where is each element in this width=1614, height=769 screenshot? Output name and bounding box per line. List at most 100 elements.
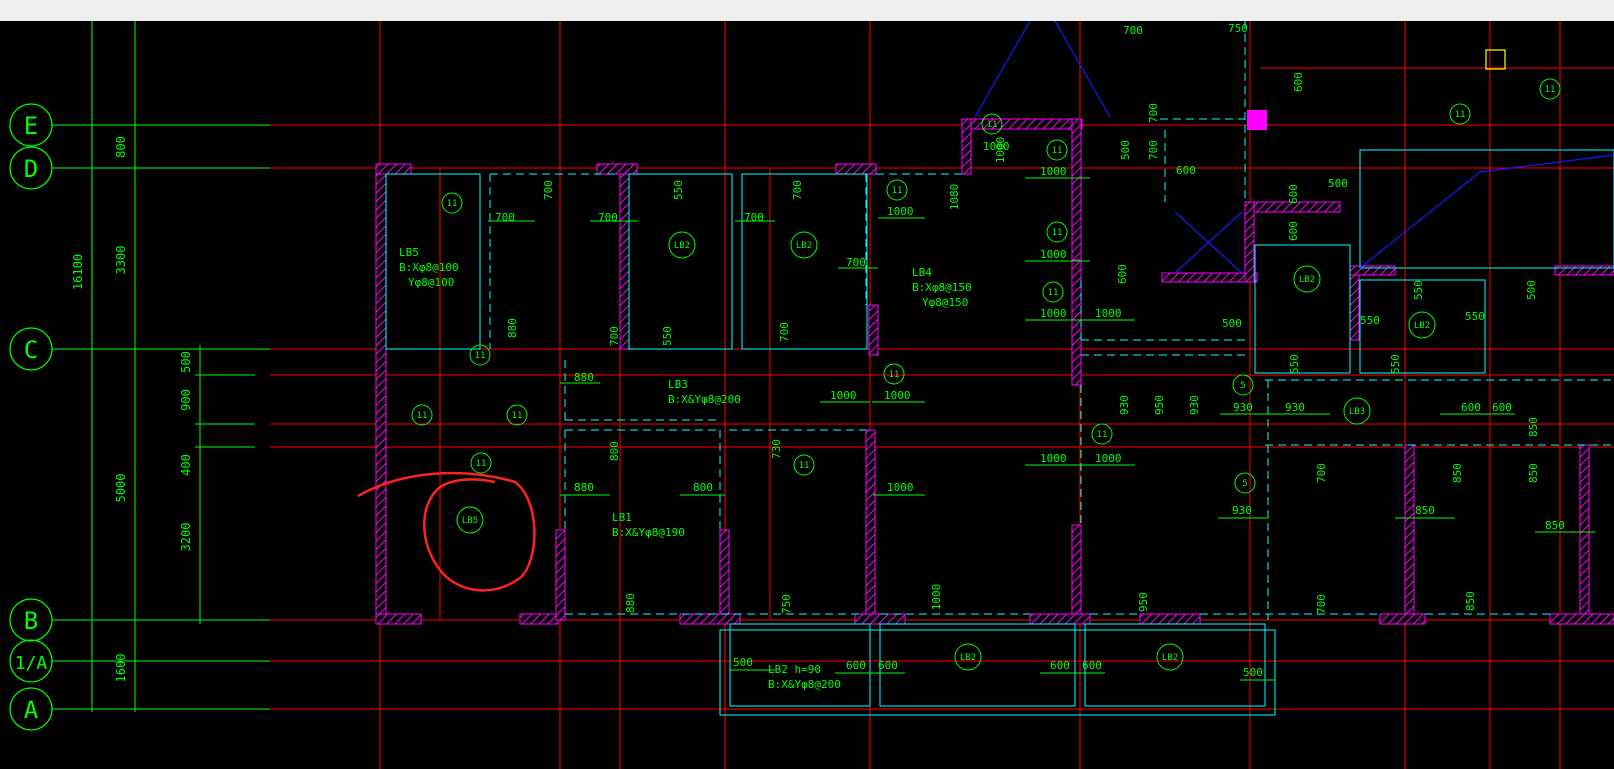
svg-text:A: A <box>24 696 39 724</box>
rebar-tag-11-label: 11 <box>475 351 486 361</box>
slab-edges <box>385 149 1614 716</box>
dim-label-v: 550 <box>661 326 674 346</box>
svg-text:E: E <box>24 112 38 140</box>
dim-500: 500 <box>179 351 193 373</box>
rebar-tag-5-label: 5 <box>1240 381 1245 391</box>
note-lb5-y: Yφ8@100 <box>408 276 454 289</box>
dim-label: 1000 <box>1040 248 1067 261</box>
note-lb1-x: B:X&Yφ8@190 <box>612 526 685 539</box>
dim-label-v: 550 <box>672 180 685 200</box>
dim-label: 550 <box>1465 310 1485 323</box>
dim-16100: 16100 <box>71 254 85 290</box>
tag-lb2-f-label: LB2 <box>1414 321 1430 331</box>
dim-label: 700 <box>744 211 764 224</box>
dim-label: 1000 <box>887 205 914 218</box>
yellow-marker <box>1485 49 1506 70</box>
dim-label: 600 <box>1082 659 1102 672</box>
red-grid-lines <box>270 21 1614 769</box>
dim-label: 700 <box>846 256 866 269</box>
dim-label: 1000 <box>887 481 914 494</box>
dim-label: 550 <box>1360 314 1380 327</box>
title-bar <box>0 0 1614 21</box>
dim-label: 880 <box>574 371 594 384</box>
dim-label-v: 880 <box>506 318 519 338</box>
axis-bubble-b: B <box>9 598 53 642</box>
note-lb3-x: B:X&Yφ8@200 <box>668 393 741 406</box>
dim-label-v: 700 <box>1147 103 1160 123</box>
rebar-tag-11-label: 11 <box>889 370 900 380</box>
dim-label: 1000 <box>1040 165 1067 178</box>
rebar-tag-11-label: 11 <box>987 120 998 130</box>
dim-label: 1000 <box>1095 307 1122 320</box>
rebar-tag-11-label: 11 <box>1048 288 1059 298</box>
rebar-tag-11-label: 11 <box>1052 146 1063 156</box>
tag-lb2-b-label: LB2 <box>796 241 812 251</box>
dim-label-v: 930 <box>1118 395 1131 415</box>
svg-text:1/A: 1/A <box>15 653 48 674</box>
note-lb4-title: LB4 <box>912 266 932 279</box>
dim-label: 850 <box>1415 504 1435 517</box>
dim-label-v: 950 <box>1137 592 1150 612</box>
rebar-tag-11-label: 11 <box>1545 85 1556 95</box>
dim-label-v: 950 <box>1153 395 1166 415</box>
dim-label: 700 <box>495 211 515 224</box>
dim-label-v: 500 <box>1525 280 1538 300</box>
axis-bubble-c: C <box>9 327 53 371</box>
dim-label: 1000 <box>830 389 857 402</box>
note-lb2-x: B:X&Yφ8@200 <box>768 678 841 691</box>
tag-lb2-c-label: LB2 <box>960 653 976 663</box>
dim-label: 700 <box>1123 24 1143 37</box>
dim-label-v: 750 <box>780 594 793 614</box>
dim-label-v: 700 <box>608 326 621 346</box>
note-lb5-title: LB5 <box>399 246 419 259</box>
dim-label-v: 850 <box>1527 417 1540 437</box>
dim-label: 600 <box>1176 164 1196 177</box>
dim-label-v: 500 <box>1119 140 1132 160</box>
dim-label: 500 <box>1222 317 1242 330</box>
tag-lb2-e-label: LB2 <box>1299 275 1315 285</box>
dim-label: 1000 <box>1040 452 1067 465</box>
dim-label-v: 1000 <box>994 137 1007 164</box>
dim-label: 600 <box>1461 401 1481 414</box>
rebar-tag-11-label: 11 <box>799 461 810 471</box>
axis-bubble-e: E <box>9 103 53 147</box>
note-lb2-title: LB2 h=90 <box>768 663 821 676</box>
dim-label-v: 930 <box>1188 395 1201 415</box>
svg-text:C: C <box>24 336 38 364</box>
dim-3200: 3200 <box>179 523 193 552</box>
svg-text:B: B <box>24 607 38 635</box>
dim-label-v: 600 <box>1116 264 1129 284</box>
dim-label: 600 <box>878 659 898 672</box>
rebar-tag-11-label: 11 <box>1097 430 1108 440</box>
dim-label: 700 <box>598 211 618 224</box>
column-marker <box>1247 110 1267 130</box>
dim-label-v: 700 <box>1315 463 1328 483</box>
tag-lb3-label: LB3 <box>1349 407 1365 417</box>
dim-1600: 1600 <box>114 654 128 683</box>
dim-label: 600 <box>846 659 866 672</box>
dim-label-v: 700 <box>1315 594 1328 614</box>
axis-bubble-1a: 1/A <box>9 639 53 683</box>
dim-label-v: 1000 <box>930 584 943 611</box>
dim-900: 900 <box>179 389 193 411</box>
dim-label-v: 700 <box>542 180 555 200</box>
note-lb5-x: B:Xφ8@100 <box>399 261 459 274</box>
dim-label: 850 <box>1545 519 1565 532</box>
tag-lb2-a-label: LB2 <box>674 241 690 251</box>
note-lb3-title: LB3 <box>668 378 688 391</box>
dim-label-v: 700 <box>778 322 791 342</box>
dim-5000: 5000 <box>114 474 128 503</box>
tag-lb5-label: LB5 <box>462 516 478 526</box>
note-lb4-y: Yφ8@150 <box>922 296 968 309</box>
note-lb1-title: LB1 <box>612 511 632 524</box>
dim-label-v: 730 <box>770 439 783 459</box>
dim-800-ed: 800 <box>114 136 128 158</box>
dim-label: 600 <box>1492 401 1512 414</box>
dim-400: 400 <box>179 454 193 476</box>
dim-label: 500 <box>1243 666 1263 679</box>
dim-label-v: 600 <box>1292 72 1305 92</box>
axis-bubble-d: D <box>9 146 53 190</box>
rebar-tag-11-label: 11 <box>1455 110 1466 120</box>
cad-drawing-canvas[interactable]: E D C B 1/A A 16100 800 3300 5000 1600 5… <box>0 21 1614 769</box>
dim-3300: 3300 <box>114 246 128 275</box>
